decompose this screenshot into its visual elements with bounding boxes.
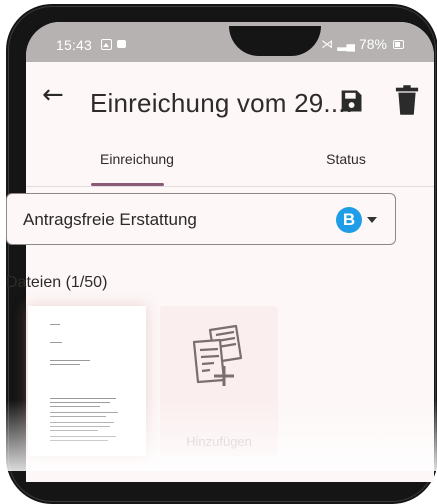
- document-thumbnail[interactable]: [28, 306, 146, 456]
- doc-line: [50, 360, 90, 361]
- mute-icon: ⋊: [321, 37, 334, 51]
- doc-line: [50, 398, 116, 399]
- add-document-icon: [192, 324, 243, 386]
- tab-divider: [26, 186, 434, 187]
- delete-icon[interactable]: [392, 84, 422, 116]
- battery-percent: 78%: [358, 36, 387, 52]
- dropdown-arrow-icon[interactable]: [367, 217, 377, 223]
- add-file-tile[interactable]: Hinzufügen: [160, 306, 278, 456]
- battery-icon: [393, 39, 404, 49]
- type-dropdown[interactable]: Antragsfreie Erstattung B: [6, 193, 396, 245]
- signal-icon: ▂▄: [337, 37, 355, 51]
- files-heading: Dateien (1/50): [6, 274, 108, 291]
- image-icon: [101, 39, 112, 50]
- app-bar: ← Einreichung vom 29....: [26, 62, 434, 134]
- doc-line: [50, 342, 62, 343]
- doc-line: [50, 440, 108, 441]
- tab-bar: Einreichung Status: [26, 134, 434, 186]
- save-icon[interactable]: [337, 87, 365, 115]
- chat-icon: [117, 40, 126, 48]
- tab-status[interactable]: Status: [301, 151, 391, 167]
- doc-line: [50, 416, 106, 417]
- add-label: Hinzufügen: [186, 434, 252, 449]
- doc-line: [50, 364, 80, 365]
- status-indicators: ⋊ ▂▄ 78%: [321, 36, 404, 52]
- doc-line: [50, 422, 114, 423]
- doc-line: [50, 436, 116, 437]
- phone-frame: 15:43 ⋊ ▂▄ 78% ← Einreichung vom 29....: [6, 4, 437, 504]
- doc-line: [50, 412, 118, 413]
- dropdown-value: Antragsfreie Erstattung: [23, 210, 197, 229]
- badge: B: [336, 207, 362, 233]
- doc-line: [50, 324, 60, 325]
- status-time: 15:43: [56, 37, 93, 53]
- back-arrow-icon[interactable]: ←: [42, 82, 64, 108]
- doc-line: [50, 406, 100, 407]
- page-title: Einreichung vom 29....: [90, 88, 354, 118]
- doc-line: [50, 430, 98, 431]
- doc-line: [50, 402, 110, 403]
- tab-einreichung[interactable]: Einreichung: [80, 151, 194, 167]
- doc-line: [50, 426, 110, 427]
